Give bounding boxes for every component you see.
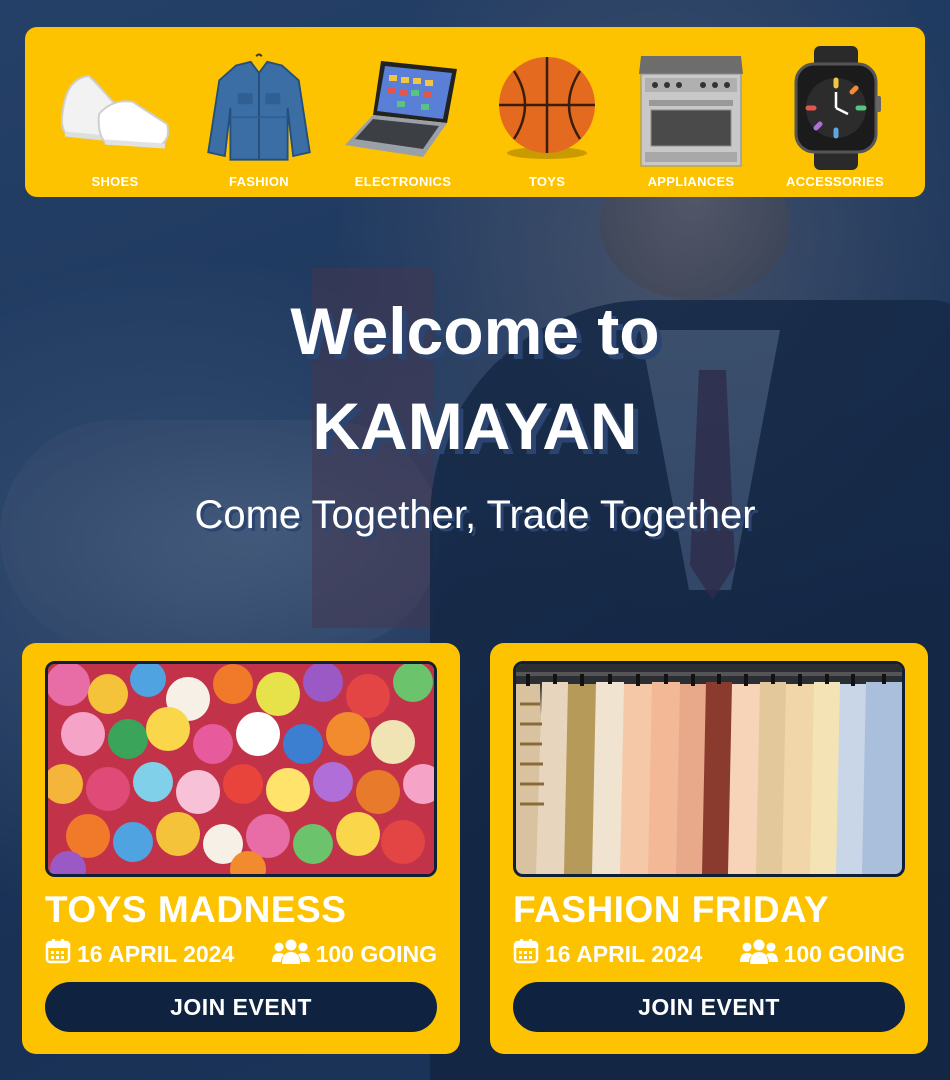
event-photo-toys <box>45 661 437 877</box>
category-label: FASHION <box>229 174 289 189</box>
category-label: ACCESSORIES <box>786 174 884 189</box>
category-accessories[interactable]: ACCESSORIES <box>765 29 905 189</box>
category-label: ELECTRONICS <box>354 174 452 189</box>
people-icon <box>271 938 310 970</box>
shoe-icon <box>55 48 175 168</box>
category-shoes[interactable]: SHOES <box>45 29 185 189</box>
smartwatch-icon <box>775 45 895 170</box>
join-event-button[interactable]: JOIN EVENT <box>45 982 437 1032</box>
category-appliances[interactable]: APPLIANCES <box>621 29 761 189</box>
event-date: 16 APRIL 2024 <box>545 940 703 967</box>
hero-tagline: Come Together, Trade Together <box>194 493 756 537</box>
stove-icon <box>631 48 751 168</box>
join-event-button[interactable]: JOIN EVENT <box>513 982 905 1032</box>
event-date: 16 APRIL 2024 <box>77 940 235 967</box>
category-label: SHOES <box>91 174 139 189</box>
category-bar: SHOES FASHION ELECTRONICS TOYS APPLIANCE… <box>25 27 925 197</box>
event-photo-fashion <box>513 661 905 877</box>
event-title: TOYS MADNESS <box>45 889 347 930</box>
category-label: TOYS <box>528 174 566 189</box>
category-label: APPLIANCES <box>647 174 735 189</box>
event-attendees: 100 GOING <box>783 940 905 967</box>
jacket-icon <box>199 48 319 168</box>
calendar-icon <box>45 938 71 970</box>
event-card: FASHION FRIDAY 16 APRIL 2024 100 GOING J… <box>490 643 928 1054</box>
laptop-icon <box>343 48 463 168</box>
hero-heading-brand: KAMAYAN <box>312 389 638 463</box>
hero-heading-line1: Welcome to <box>290 294 660 368</box>
category-toys[interactable]: TOYS <box>477 29 617 189</box>
event-card: TOYS MADNESS 16 APRIL 2024 100 GOING JOI… <box>22 643 460 1054</box>
event-meta: 16 APRIL 2024 100 GOING <box>513 937 905 971</box>
category-fashion[interactable]: FASHION <box>189 29 329 189</box>
category-electronics[interactable]: ELECTRONICS <box>333 29 473 189</box>
event-meta: 16 APRIL 2024 100 GOING <box>45 937 437 971</box>
people-icon <box>739 938 778 970</box>
event-attendees: 100 GOING <box>315 940 437 967</box>
basketball-icon <box>487 48 607 168</box>
calendar-icon <box>513 938 539 970</box>
event-title: FASHION FRIDAY <box>513 889 830 930</box>
